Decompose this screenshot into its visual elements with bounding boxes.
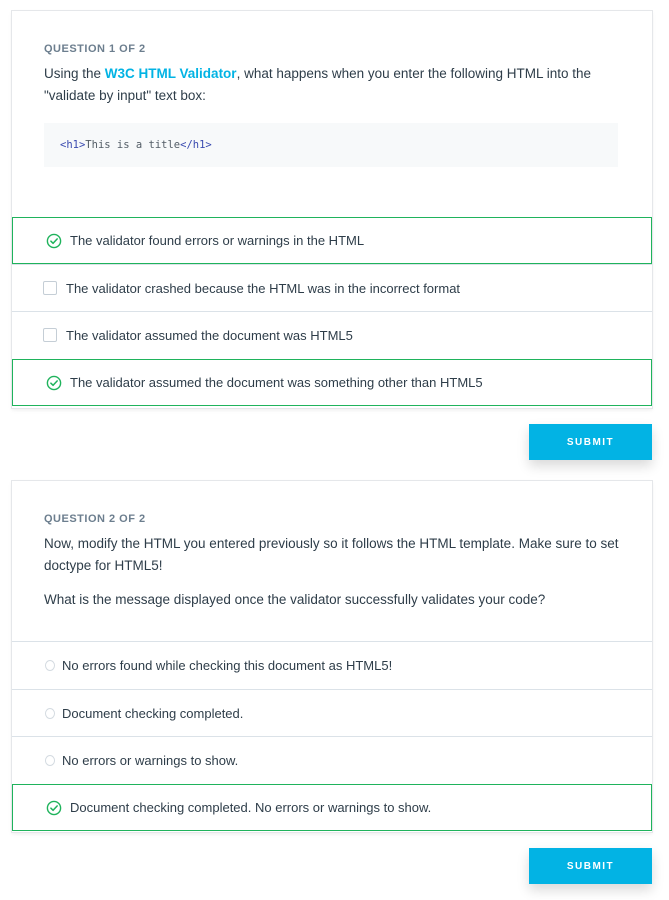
question-prompt: Using the W3C HTML Validator, what happe… bbox=[44, 63, 620, 107]
question-prompt: What is the message displayed once the v… bbox=[44, 592, 546, 607]
answer-label: The validator crashed because the HTML w… bbox=[66, 280, 461, 296]
answer-label: Document checking completed. No errors o… bbox=[70, 800, 432, 815]
answer-option[interactable]: Document checking completed. bbox=[12, 689, 652, 736]
question-number: QUESTION 1 OF 2 bbox=[44, 43, 146, 55]
question-prompt: Now, modify the HTML you entered previou… bbox=[44, 536, 619, 573]
answer-label: No errors or warnings to show. bbox=[62, 752, 239, 768]
answer-option[interactable]: No errors or warnings to show. bbox=[12, 736, 652, 783]
code-text: This is a title bbox=[85, 139, 181, 151]
check-circle-icon bbox=[44, 800, 64, 816]
answer-option[interactable]: No errors found while checking this docu… bbox=[12, 641, 652, 688]
prompt-text: Using the bbox=[44, 66, 105, 81]
question-number: QUESTION 2 OF 2 bbox=[44, 513, 146, 525]
answer-label: The validator assumed the document was H… bbox=[66, 327, 353, 343]
w3c-validator-link[interactable]: W3C HTML Validator bbox=[105, 66, 237, 81]
radio-icon[interactable] bbox=[45, 754, 55, 766]
answer-label: The validator assumed the document was s… bbox=[70, 375, 483, 390]
code-open-tag: <h1> bbox=[60, 139, 86, 151]
submit-button[interactable]: SUBMIT bbox=[529, 848, 652, 884]
answer-option[interactable]: The validator assumed the document was s… bbox=[12, 359, 652, 406]
check-circle-icon bbox=[44, 375, 64, 391]
radio-icon[interactable] bbox=[45, 659, 55, 671]
code-close-tag: </h1> bbox=[180, 139, 212, 151]
question-1-card: QUESTION 1 OF 2 Using the W3C HTML Valid… bbox=[12, 11, 652, 408]
answer-option[interactable]: The validator crashed because the HTML w… bbox=[12, 264, 652, 311]
answer-label: No errors found while checking this docu… bbox=[62, 657, 393, 673]
answer-option[interactable]: The validator found errors or warnings i… bbox=[12, 217, 652, 264]
question-2-card: QUESTION 2 OF 2 Now, modify the HTML you… bbox=[12, 481, 652, 832]
check-circle-icon bbox=[44, 233, 64, 249]
checkbox-icon[interactable] bbox=[43, 281, 57, 295]
checkbox-icon[interactable] bbox=[43, 328, 57, 342]
answer-option[interactable]: The validator assumed the document was H… bbox=[12, 311, 652, 358]
answer-option[interactable]: Document checking completed. No errors o… bbox=[12, 784, 652, 831]
code-snippet: <h1>This is a title</h1> bbox=[44, 123, 618, 167]
answer-label: Document checking completed. bbox=[62, 705, 244, 721]
submit-button[interactable]: SUBMIT bbox=[529, 424, 652, 460]
answer-label: The validator found errors or warnings i… bbox=[70, 233, 365, 248]
radio-icon[interactable] bbox=[45, 707, 55, 719]
